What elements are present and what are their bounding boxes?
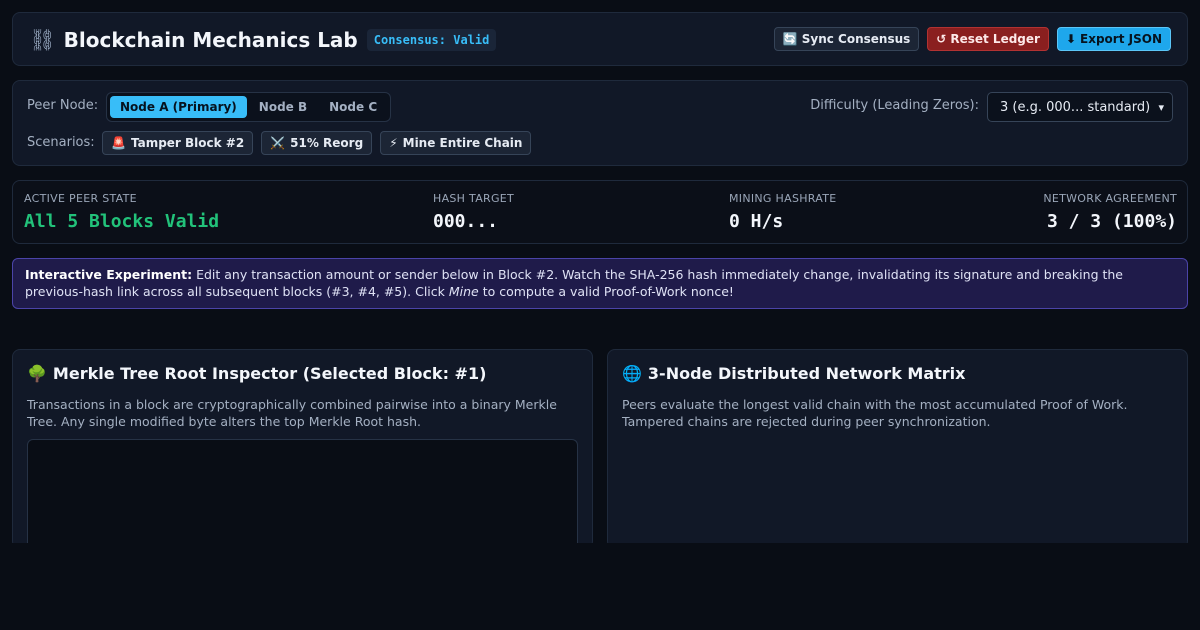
download-icon: ⬇	[1065, 32, 1077, 46]
difficulty-value: 3 (e.g. 000... standard)	[1000, 99, 1151, 115]
controls-panel: Peer Node: Node A (Primary) Node B Node …	[12, 80, 1188, 166]
stat-label: NETWORK AGREEMENT	[1043, 192, 1177, 205]
experiment-info-banner: Interactive Experiment: Edit any transac…	[12, 258, 1188, 309]
chain-link-icon: ⛓	[29, 27, 56, 52]
hash-target-stat: HASH TARGET 000...	[433, 192, 514, 232]
scenario-buttons: 🚨 Tamper Block #2 ⚔️ 51% Reorg ⚡ Mine En…	[102, 131, 532, 155]
info-emphasis: Mine	[448, 284, 479, 299]
network-agreement-stat: NETWORK AGREEMENT 3 / 3 (100%)	[1043, 192, 1177, 232]
reorg-label: 51% Reorg	[290, 136, 364, 150]
peer-node-label: Peer Node:	[27, 98, 99, 113]
header-actions: 🔄 Sync Consensus ↺ Reset Ledger ⬇ Export…	[773, 27, 1171, 51]
mine-chain-label: Mine Entire Chain	[402, 136, 523, 150]
chevron-down-icon: ▾	[1158, 100, 1164, 114]
peer-node-selector: Node A (Primary) Node B Node C	[106, 92, 392, 122]
peer-tab-node-c[interactable]: Node C	[319, 96, 387, 118]
info-text-end: to compute a valid Proof-of-Work nonce!	[478, 284, 734, 299]
app-header: ⛓ Blockchain Mechanics Lab Consensus: Va…	[12, 12, 1188, 66]
network-title-text: 3-Node Distributed Network Matrix	[647, 364, 966, 383]
stat-label: MINING HASHRATE	[729, 192, 837, 205]
mine-chain-button[interactable]: ⚡ Mine Entire Chain	[380, 131, 532, 155]
network-matrix-panel: 🌐 3-Node Distributed Network Matrix Peer…	[607, 349, 1188, 549]
title-group: ⛓ Blockchain Mechanics Lab Consensus: Va…	[29, 26, 497, 54]
stat-value: 3 / 3 (100%)	[1046, 211, 1177, 232]
stat-value: All 5 Blocks Valid	[24, 211, 220, 232]
merkle-inspector-panel: 🌳 Merkle Tree Root Inspector (Selected B…	[12, 349, 593, 559]
peer-tab-node-a[interactable]: Node A (Primary)	[110, 96, 247, 118]
reset-icon: ↺	[936, 32, 947, 46]
tamper-block-label: Tamper Block #2	[130, 136, 245, 150]
stat-value: 0 H/s	[729, 211, 784, 232]
network-panel-title: 🌐 3-Node Distributed Network Matrix	[622, 364, 965, 383]
difficulty-select[interactable]: 3 (e.g. 000... standard) ▾	[987, 92, 1173, 122]
reorg-button[interactable]: ⚔️ 51% Reorg	[261, 131, 373, 155]
lightning-icon: ⚡	[389, 136, 398, 150]
sync-consensus-button[interactable]: 🔄 Sync Consensus	[773, 27, 920, 51]
active-peer-state-stat: ACTIVE PEER STATE All 5 Blocks Valid	[24, 192, 219, 232]
merkle-tree-canvas	[27, 439, 578, 559]
app-title: Blockchain Mechanics Lab	[63, 28, 358, 52]
info-lead: Interactive Experiment:	[25, 267, 193, 282]
tree-icon: 🌳	[27, 364, 47, 383]
mining-hashrate-stat: MINING HASHRATE 0 H/s	[729, 192, 837, 232]
siren-icon: 🚨	[111, 136, 126, 150]
stat-label: ACTIVE PEER STATE	[24, 192, 137, 205]
reset-ledger-button[interactable]: ↺ Reset Ledger	[927, 27, 1049, 51]
reset-ledger-label: Reset Ledger	[950, 32, 1040, 46]
tamper-block-button[interactable]: 🚨 Tamper Block #2	[102, 131, 254, 155]
consensus-status-badge: Consensus: Valid	[366, 29, 497, 51]
merkle-description: Transactions in a block are cryptographi…	[27, 397, 557, 429]
stat-value: 000...	[433, 211, 499, 232]
globe-icon: 🌐	[622, 364, 642, 383]
crossed-swords-icon: ⚔️	[270, 136, 286, 150]
merkle-title-text: Merkle Tree Root Inspector (Selected Blo…	[52, 364, 487, 383]
stats-bar: ACTIVE PEER STATE All 5 Blocks Valid HAS…	[12, 180, 1188, 244]
scenarios-label: Scenarios:	[27, 135, 95, 150]
peer-tab-node-b[interactable]: Node B	[249, 96, 317, 118]
merkle-panel-title: 🌳 Merkle Tree Root Inspector (Selected B…	[27, 364, 486, 383]
sync-consensus-label: Sync Consensus	[801, 32, 911, 46]
export-json-button[interactable]: ⬇ Export JSON	[1056, 27, 1171, 51]
stat-label: HASH TARGET	[433, 192, 515, 205]
export-json-label: Export JSON	[1080, 32, 1162, 46]
difficulty-label: Difficulty (Leading Zeros):	[810, 98, 979, 113]
viewport-cutoff	[0, 543, 1200, 630]
network-description: Peers evaluate the longest valid chain w…	[622, 397, 1128, 429]
sync-icon: 🔄	[782, 32, 798, 46]
